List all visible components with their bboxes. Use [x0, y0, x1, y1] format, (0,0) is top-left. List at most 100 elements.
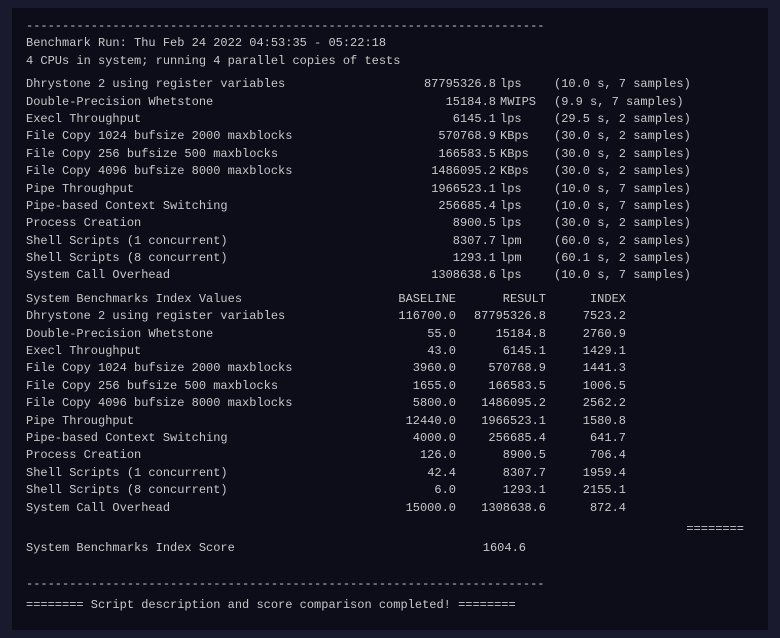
bench-label: File Copy 256 bufsize 500 maxblocks [26, 146, 366, 163]
bench-value: 1966523.1 [366, 181, 496, 198]
bench-value: 87795326.8 [366, 76, 496, 93]
bench-label: File Copy 1024 bufsize 2000 maxblocks [26, 128, 366, 145]
bench-label: Process Creation [26, 215, 366, 232]
footer-text: ======== Script description and score co… [26, 597, 754, 614]
bench-value: 1486095.2 [366, 163, 496, 180]
benchmark-row: Dhrystone 2 using register variables 877… [26, 76, 754, 93]
benchmark-row: Shell Scripts (8 concurrent) 1293.1 lpm … [26, 250, 754, 267]
bench-extra: (30.0 s, 2 samples) [546, 215, 754, 232]
benchmark-row: File Copy 256 bufsize 500 maxblocks 1665… [26, 146, 754, 163]
bench-value: 166583.5 [366, 146, 496, 163]
idx-result: 8900.5 [456, 447, 546, 464]
bench-unit: KBps [496, 128, 546, 145]
bench-label: File Copy 4096 bufsize 8000 maxblocks [26, 163, 366, 180]
idx-result: 6145.1 [456, 343, 546, 360]
bench-extra: (10.0 s, 7 samples) [546, 76, 754, 93]
benchmark-row: Shell Scripts (1 concurrent) 8307.7 lpm … [26, 233, 754, 250]
bench-extra: (60.1 s, 2 samples) [546, 250, 754, 267]
score-line: System Benchmarks Index Score 1604.6 [26, 540, 754, 557]
bench-value: 8900.5 [366, 215, 496, 232]
terminal: ----------------------------------------… [12, 8, 768, 630]
idx-result: 8307.7 [456, 465, 546, 482]
bench-unit: MWIPS [496, 94, 546, 111]
idx-result: 1486095.2 [456, 395, 546, 412]
idx-label: Double-Precision Whetstone [26, 326, 366, 343]
idx-index: 2155.1 [546, 482, 626, 499]
idx-index: 1006.5 [546, 378, 626, 395]
idx-baseline: 116700.0 [366, 308, 456, 325]
bench-label: Shell Scripts (8 concurrent) [26, 250, 366, 267]
bench-value: 570768.9 [366, 128, 496, 145]
bench-unit: lps [496, 181, 546, 198]
index-data-row: File Copy 1024 bufsize 2000 maxblocks 39… [26, 360, 754, 377]
idx-index: 1959.4 [546, 465, 626, 482]
bench-unit: KBps [496, 163, 546, 180]
idx-baseline: 6.0 [366, 482, 456, 499]
index-data-row: Double-Precision Whetstone 55.0 15184.8 … [26, 326, 754, 343]
benchmark-results: Dhrystone 2 using register variables 877… [26, 76, 754, 285]
bench-unit: lps [496, 198, 546, 215]
idx-label: Process Creation [26, 447, 366, 464]
bench-extra: (30.0 s, 2 samples) [546, 163, 754, 180]
bench-extra: (10.0 s, 7 samples) [546, 267, 754, 284]
idx-baseline: 1655.0 [366, 378, 456, 395]
idx-result: 15184.8 [456, 326, 546, 343]
idx-label: Shell Scripts (1 concurrent) [26, 465, 366, 482]
benchmark-row: File Copy 1024 bufsize 2000 maxblocks 57… [26, 128, 754, 145]
index-data-row: Shell Scripts (8 concurrent) 6.0 1293.1 … [26, 482, 754, 499]
bench-label: Execl Throughput [26, 111, 366, 128]
bench-label: System Call Overhead [26, 267, 366, 284]
idx-index: 1580.8 [546, 413, 626, 430]
bench-extra: (10.0 s, 7 samples) [546, 198, 754, 215]
bench-label: Dhrystone 2 using register variables [26, 76, 366, 93]
idx-label: Shell Scripts (8 concurrent) [26, 482, 366, 499]
index-data-row: Execl Throughput 43.0 6145.1 1429.1 [26, 343, 754, 360]
idx-label: File Copy 4096 bufsize 8000 maxblocks [26, 395, 366, 412]
bench-unit: lps [496, 215, 546, 232]
bench-extra: (9.9 s, 7 samples) [546, 94, 754, 111]
index-header-result: RESULT [456, 291, 546, 308]
idx-baseline: 4000.0 [366, 430, 456, 447]
bench-unit: lps [496, 76, 546, 93]
index-data-row: File Copy 256 bufsize 500 maxblocks 1655… [26, 378, 754, 395]
idx-index: 7523.2 [546, 308, 626, 325]
idx-label: Dhrystone 2 using register variables [26, 308, 366, 325]
separator-line: ----------------------------------------… [26, 18, 754, 35]
idx-baseline: 12440.0 [366, 413, 456, 430]
index-data-row: System Call Overhead 15000.0 1308638.6 8… [26, 500, 754, 517]
idx-label: System Call Overhead [26, 500, 366, 517]
idx-result: 1293.1 [456, 482, 546, 499]
index-data-row: File Copy 4096 bufsize 8000 maxblocks 58… [26, 395, 754, 412]
bench-label: Pipe Throughput [26, 181, 366, 198]
benchmark-row: Process Creation 8900.5 lps (30.0 s, 2 s… [26, 215, 754, 232]
idx-index: 1441.3 [546, 360, 626, 377]
index-header-baseline: BASELINE [366, 291, 456, 308]
bench-extra: (30.0 s, 2 samples) [546, 146, 754, 163]
bench-extra: (60.0 s, 2 samples) [546, 233, 754, 250]
benchmark-run-line: Benchmark Run: Thu Feb 24 2022 04:53:35 … [26, 35, 754, 52]
index-header-label: System Benchmarks Index Values [26, 291, 366, 308]
idx-baseline: 15000.0 [366, 500, 456, 517]
benchmark-row: Double-Precision Whetstone 15184.8 MWIPS… [26, 94, 754, 111]
bench-value: 8307.7 [366, 233, 496, 250]
equals-separator: ======== [26, 521, 754, 538]
idx-index: 706.4 [546, 447, 626, 464]
bench-unit: lpm [496, 233, 546, 250]
cpu-info-line: 4 CPUs in system; running 4 parallel cop… [26, 53, 754, 70]
index-section: System Benchmarks Index Values BASELINE … [26, 291, 754, 517]
idx-result: 256685.4 [456, 430, 546, 447]
bench-value: 15184.8 [366, 94, 496, 111]
idx-label: Pipe Throughput [26, 413, 366, 430]
bench-value: 256685.4 [366, 198, 496, 215]
idx-baseline: 5800.0 [366, 395, 456, 412]
idx-baseline: 55.0 [366, 326, 456, 343]
index-header-row: System Benchmarks Index Values BASELINE … [26, 291, 754, 308]
bench-value: 6145.1 [366, 111, 496, 128]
bench-label: Shell Scripts (1 concurrent) [26, 233, 366, 250]
bench-label: Double-Precision Whetstone [26, 94, 366, 111]
idx-index: 2760.9 [546, 326, 626, 343]
index-data-row: Pipe-based Context Switching 4000.0 2566… [26, 430, 754, 447]
score-value: 1604.6 [456, 540, 536, 557]
bench-value: 1308638.6 [366, 267, 496, 284]
idx-index: 641.7 [546, 430, 626, 447]
